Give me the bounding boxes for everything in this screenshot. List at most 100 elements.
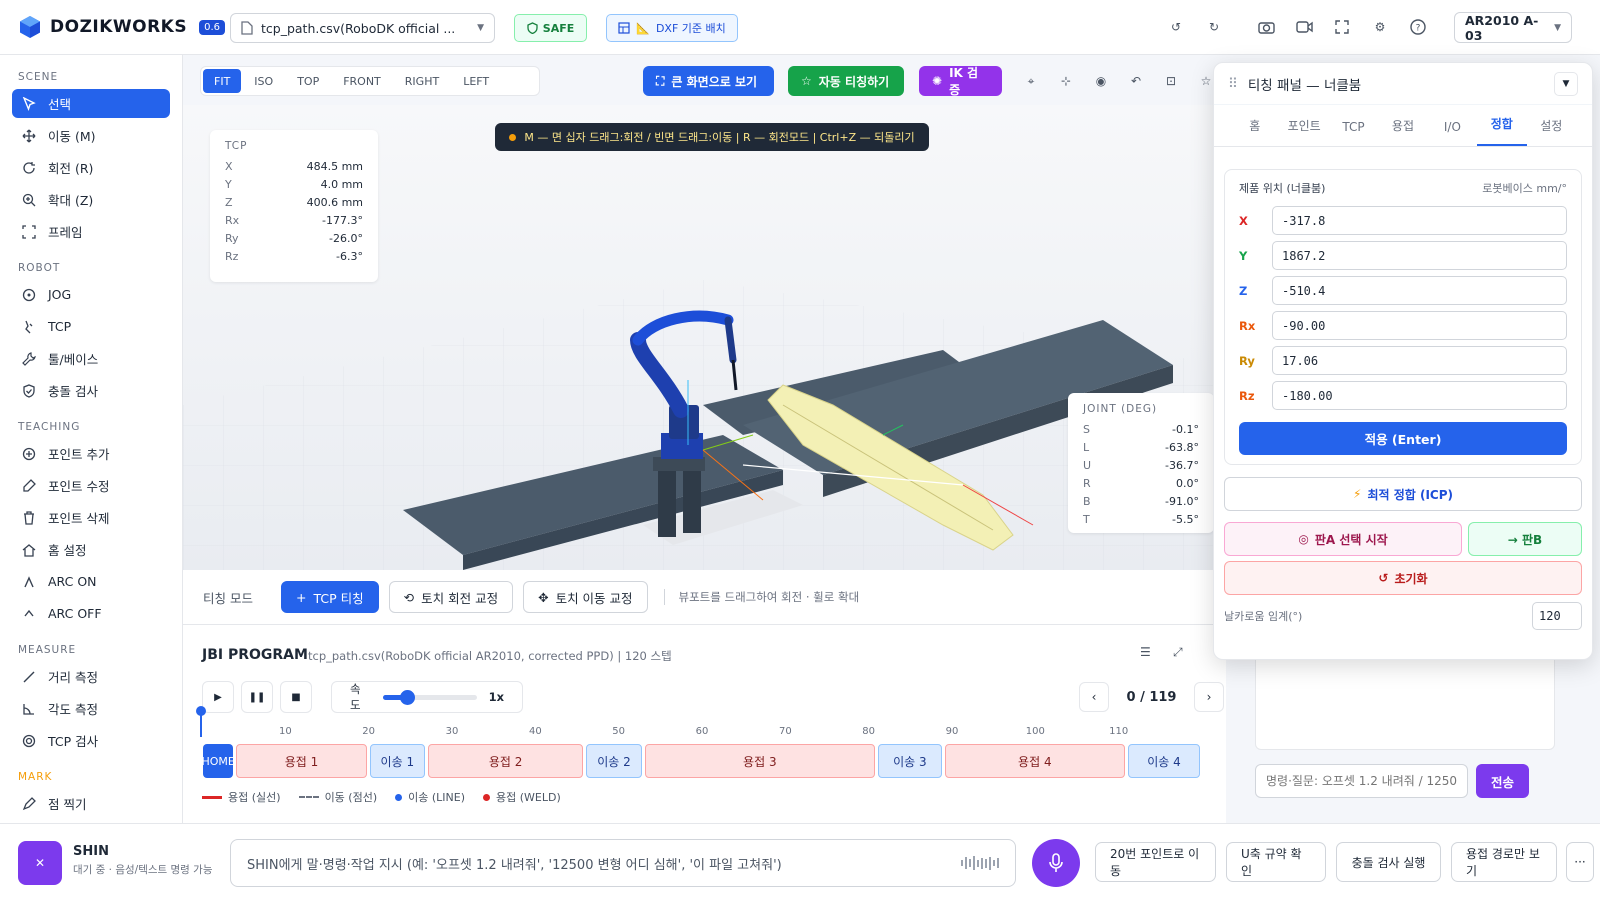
ik-check-button[interactable]: ✺ IK 검증 <box>919 66 1002 97</box>
view-right[interactable]: RIGHT <box>394 69 450 93</box>
view-front[interactable]: FRONT <box>332 69 392 93</box>
eye-icon[interactable]: ◉ <box>1090 70 1112 92</box>
position-input-z[interactable] <box>1272 276 1567 305</box>
speed-knob[interactable] <box>399 689 415 705</box>
quick-collision-check[interactable]: 충돌 검사 실행 <box>1336 842 1441 882</box>
timeline-segment-weld[interactable]: 용접 1 <box>236 744 367 778</box>
timeline-segments[interactable]: HOME 용접 1 이송 1 용접 2 이송 2 용접 3 이송 3 용접 4 이송 4 <box>201 744 1202 778</box>
gear-icon[interactable]: ⚙ <box>1369 16 1391 38</box>
snapshot-icon[interactable]: ⊡ <box>1160 70 1182 92</box>
sidebar-item-select[interactable]: 선택 <box>12 89 170 118</box>
microphone-button[interactable] <box>1032 839 1080 887</box>
sidebar-item-tcp[interactable]: TCP <box>12 312 170 341</box>
help-icon[interactable]: ? <box>1407 16 1429 38</box>
plate-a-button[interactable]: ◎ 판A 선택 시작 <box>1224 522 1462 556</box>
sidebar-item-rotate[interactable]: 회전 (R) <box>12 153 170 182</box>
timeline-segment-move[interactable]: 이송 3 <box>878 744 942 778</box>
safe-badge[interactable]: SAFE <box>514 14 587 42</box>
sidebar-item-jog[interactable]: JOG <box>12 280 170 309</box>
sidebar-item-zoom[interactable]: 확대 (Z) <box>12 185 170 214</box>
position-input-ry[interactable] <box>1272 346 1567 375</box>
timeline-segment-weld[interactable]: 용접 4 <box>944 744 1125 778</box>
tab-weld[interactable]: 용접 <box>1378 117 1427 146</box>
position-input-x[interactable] <box>1272 206 1567 235</box>
position-input-rx[interactable] <box>1272 311 1567 340</box>
torch-rotate-button[interactable]: ⟲ 토치 회전 교정 <box>388 581 514 613</box>
reset-button[interactable]: ↺ 초기화 <box>1224 561 1582 595</box>
axis-icon[interactable]: ⌖ <box>1020 70 1042 92</box>
timeline-segment-move[interactable]: 이송 4 <box>1128 744 1200 778</box>
collapse-button[interactable]: ▼ <box>1554 71 1578 96</box>
undo-icon[interactable]: ↺ <box>1165 16 1187 38</box>
plate-b-button[interactable]: → 판B <box>1468 522 1582 556</box>
undo-icon[interactable]: ↶ <box>1125 70 1147 92</box>
stop-button[interactable]: ■ <box>280 681 312 713</box>
sidebar-item-arc-off[interactable]: ARC OFF <box>12 599 170 628</box>
tab-points[interactable]: 포인트 <box>1279 117 1328 146</box>
apply-button[interactable]: 적용 (Enter) <box>1239 422 1567 455</box>
drag-handle-icon[interactable]: ⠿ <box>1228 76 1238 92</box>
timeline-segment-weld[interactable]: 용접 2 <box>428 744 584 778</box>
timeline-segment-move[interactable]: 이송 2 <box>586 744 642 778</box>
quick-weld-path[interactable]: 용접 경로만 보기 <box>1451 842 1557 882</box>
tab-home[interactable]: 홈 <box>1230 117 1279 146</box>
tools-icon[interactable]: ✕ <box>18 841 62 885</box>
sidebar-item-move[interactable]: 이동 (M) <box>12 121 170 150</box>
joint-row: U -36.7° <box>1083 456 1199 474</box>
robot-model-select[interactable]: AR2010 A-03 ▼ <box>1454 12 1572 43</box>
sidebar-item-tcp-check[interactable]: TCP 검사 <box>12 726 170 755</box>
threshold-input[interactable] <box>1532 602 1582 630</box>
sidebar-item-arc-on[interactable]: ARC ON <box>12 567 170 596</box>
sidebar-item-delete-point[interactable]: 포인트 삭제 <box>12 503 170 532</box>
sidebar-item-edit-point[interactable]: 포인트 수정 <box>12 471 170 500</box>
sidebar-item-home[interactable]: 홈 설정 <box>12 535 170 564</box>
video-icon[interactable] <box>1293 16 1315 38</box>
position-input-y[interactable] <box>1272 241 1567 270</box>
pause-button[interactable]: ❚❚ <box>241 681 273 713</box>
fullscreen-icon[interactable] <box>1331 16 1353 38</box>
view-fit[interactable]: FIT <box>203 69 242 93</box>
prev-step-button[interactable]: ‹ <box>1079 682 1109 712</box>
view-left[interactable]: LEFT <box>452 69 500 93</box>
view-top[interactable]: TOP <box>286 69 330 93</box>
speed-slider[interactable] <box>382 689 477 705</box>
playhead-handle[interactable] <box>196 706 206 716</box>
assistant-input[interactable]: SHIN에게 말·명령·작업 지시 (예: '오프셋 1.2 내려줘', '12… <box>230 839 1016 887</box>
play-button[interactable]: ▶ <box>202 681 234 713</box>
next-step-button[interactable]: › <box>1193 682 1224 712</box>
expand-icon[interactable]: ⤢ <box>1173 645 1183 660</box>
more-button[interactable]: ··· <box>1566 842 1594 882</box>
tab-settings[interactable]: 설정 <box>1527 117 1576 146</box>
focus-icon[interactable]: ⊹ <box>1055 70 1077 92</box>
joint-value: 0.0° <box>1176 476 1199 490</box>
quick-u-axis-check[interactable]: U축 규약 확인 <box>1226 842 1326 882</box>
send-button[interactable]: 전송 <box>1476 764 1529 798</box>
timeline-segment-move[interactable]: 이송 1 <box>369 744 425 778</box>
sidebar-item-tool-base[interactable]: 툴/베이스 <box>12 344 170 373</box>
tab-alignment[interactable]: 정합 <box>1477 115 1527 146</box>
tcp-teach-button[interactable]: + TCP 티칭 <box>281 581 379 613</box>
sidebar-item-add-point[interactable]: 포인트 추가 <box>12 439 170 468</box>
big-view-button[interactable]: ⛶ 큰 화면으로 보기 <box>643 66 774 96</box>
redo-icon[interactable]: ↻ <box>1203 16 1225 38</box>
sidebar-item-angle[interactable]: 각도 측정 <box>12 694 170 723</box>
torch-move-button[interactable]: ✥ 토치 이동 교정 <box>523 581 648 613</box>
command-input[interactable] <box>1255 764 1468 798</box>
timeline-segment-weld[interactable]: 용접 3 <box>644 744 875 778</box>
view-iso[interactable]: ISO <box>243 69 284 93</box>
file-selector[interactable]: tcp_path.csv(RoboDK official ... ▼ <box>230 13 495 43</box>
icp-button[interactable]: ⚡ 최적 정합 (ICP) <box>1224 477 1582 511</box>
sidebar-item-distance[interactable]: 거리 측정 <box>12 662 170 691</box>
tab-io[interactable]: I/O <box>1428 120 1477 146</box>
position-input-rz[interactable] <box>1272 381 1567 410</box>
sidebar-item-collision[interactable]: 충돌 검사 <box>12 376 170 405</box>
auto-teach-button[interactable]: ☆ 자동 티칭하기 <box>788 66 904 96</box>
list-icon[interactable]: ☰ <box>1140 645 1151 659</box>
quick-move-point20[interactable]: 20번 포인트로 이동 <box>1095 842 1216 882</box>
tab-tcp[interactable]: TCP <box>1329 120 1378 146</box>
dxf-layout-button[interactable]: 📐 DXF 기준 배치 <box>606 14 738 42</box>
timeline-segment-home[interactable]: HOME <box>201 744 235 778</box>
sidebar-item-frame[interactable]: 프레임 <box>12 217 170 246</box>
sidebar-item-mark-point[interactable]: 점 찍기 <box>12 789 170 818</box>
camera-icon[interactable] <box>1255 16 1277 38</box>
